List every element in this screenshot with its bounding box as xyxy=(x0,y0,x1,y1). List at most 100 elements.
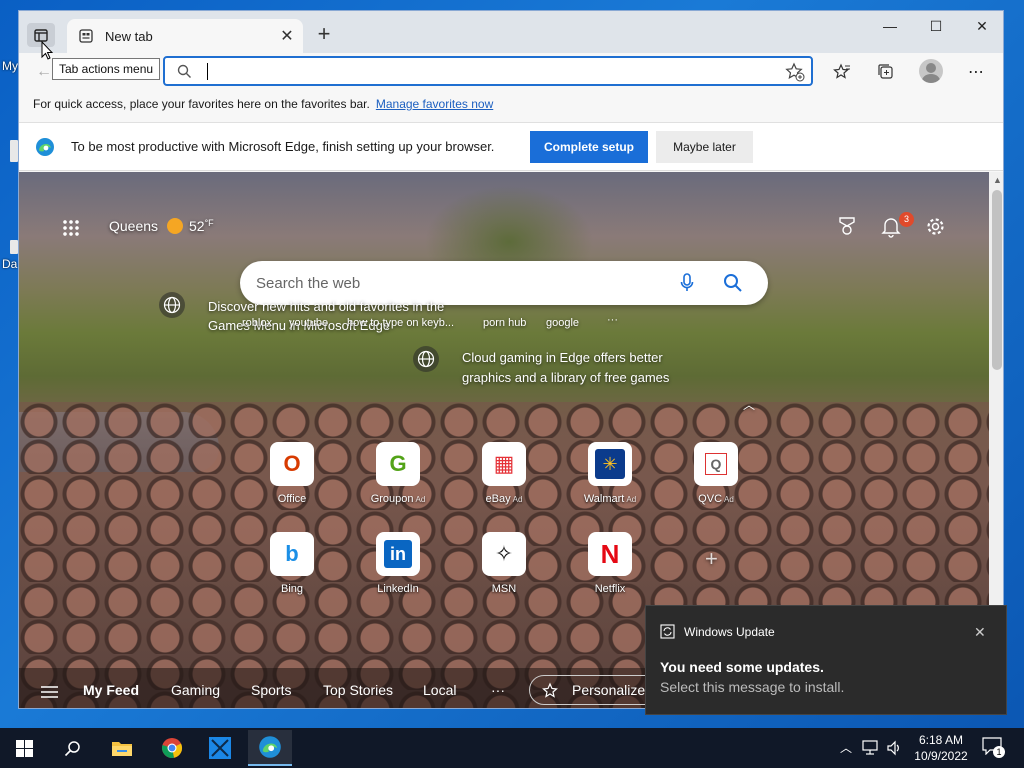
tab-close-icon[interactable]: ✕ xyxy=(275,26,299,46)
weather-temperature[interactable]: 52°F xyxy=(189,218,214,234)
scrollbar-thumb[interactable] xyxy=(992,190,1002,370)
sunny-icon xyxy=(167,218,183,234)
clock-date: 10/9/2022 xyxy=(914,749,968,763)
feed-tab-gaming[interactable]: Gaming xyxy=(171,682,220,698)
quick-link-walmart[interactable]: ✳ Walmart Ad xyxy=(565,442,655,505)
weather-location[interactable]: Queens xyxy=(109,218,158,234)
quick-link-label: eBay Ad xyxy=(485,493,523,505)
quick-link-label: Netflix xyxy=(594,583,626,595)
action-center-count-badge: 1 xyxy=(993,746,1005,758)
page-settings-gear-icon[interactable] xyxy=(925,216,946,237)
manage-favorites-link[interactable]: Manage favorites now xyxy=(376,97,493,111)
quick-link-msn[interactable]: ✧ MSN xyxy=(459,532,549,595)
feed-tab-top-stories[interactable]: Top Stories xyxy=(323,682,393,698)
desktop-icon[interactable] xyxy=(10,140,18,162)
quick-link-linkedin[interactable]: in LinkedIn xyxy=(353,532,443,595)
suggestion-chip[interactable]: porn hub xyxy=(483,317,526,329)
quick-link-qvc[interactable]: Q QVC Ad xyxy=(671,442,761,505)
notification-close-icon[interactable]: ✕ xyxy=(974,624,986,641)
maybe-later-button[interactable]: Maybe later xyxy=(656,131,753,163)
qvc-logo-icon: Q xyxy=(694,442,738,486)
msn-butterfly-icon: ✧ xyxy=(482,532,526,576)
scroll-up-arrow-icon[interactable]: ▲ xyxy=(993,175,1002,185)
windows-update-notification[interactable]: Windows Update ✕ You need some updates. … xyxy=(645,605,1007,715)
new-tab-page-icon xyxy=(79,29,93,43)
search-placeholder: Search the web xyxy=(256,275,361,292)
groupon-logo-icon: G xyxy=(376,442,420,486)
suggestion-chip[interactable]: google xyxy=(546,317,579,329)
add-favorite-icon[interactable] xyxy=(785,62,805,82)
quick-link-bing[interactable]: b Bing xyxy=(247,532,337,595)
more-suggestions-button[interactable]: ··· xyxy=(607,314,618,326)
office-logo-icon: O xyxy=(270,442,314,486)
linkedin-logo-icon: in xyxy=(376,532,420,576)
start-button[interactable] xyxy=(2,730,46,766)
system-clock[interactable]: 6:18 AM 10/9/2022 xyxy=(908,732,974,764)
temperature-value: 52 xyxy=(189,218,205,234)
games-menu-promo[interactable]: Discover new hits and old favorites in t… xyxy=(208,297,470,335)
rewards-icon[interactable] xyxy=(837,216,857,236)
hamburger-menu-icon[interactable] xyxy=(41,686,58,698)
taskbar-chrome[interactable] xyxy=(150,730,194,766)
feed-tab-sports[interactable]: Sports xyxy=(251,682,291,698)
taskbar-search-button[interactable] xyxy=(50,730,94,766)
new-tab-button[interactable]: + xyxy=(311,23,337,49)
network-icon[interactable] xyxy=(862,740,880,756)
quick-link-label: MSN xyxy=(491,583,517,595)
feed-tab-my-feed[interactable]: My Feed xyxy=(83,682,139,698)
suggestion-chip[interactable]: roblox xyxy=(242,317,272,329)
taskbar-edge[interactable] xyxy=(248,730,292,766)
taskbar-file-explorer[interactable] xyxy=(100,730,144,766)
suggestion-chip[interactable]: youtube xyxy=(289,317,328,329)
quick-link-ebay[interactable]: ▦ eBay Ad xyxy=(459,442,549,505)
tab-new-tab[interactable]: New tab ✕ xyxy=(67,19,303,53)
maximize-button[interactable]: ☐ xyxy=(913,11,959,41)
add-quick-link-plus-icon[interactable]: + xyxy=(705,546,718,572)
voice-search-microphone-icon[interactable] xyxy=(680,273,694,293)
globe-icon xyxy=(413,346,439,372)
collections-icon[interactable] xyxy=(875,61,897,83)
favorites-icon[interactable] xyxy=(831,61,853,83)
feed-more-button[interactable]: ··· xyxy=(491,682,505,698)
chrome-logo-icon xyxy=(162,738,183,758)
desktop-icon-label-da: Da xyxy=(2,257,18,271)
quick-link-office[interactable]: O Office xyxy=(247,442,337,505)
quick-link-label: Bing xyxy=(280,583,304,595)
desktop-icon[interactable] xyxy=(10,240,18,254)
complete-setup-button[interactable]: Complete setup xyxy=(530,131,648,163)
minimize-button[interactable]: — xyxy=(867,11,913,41)
tab-bar: New tab ✕ + — ☐ ✕ xyxy=(19,11,1003,53)
volume-icon[interactable] xyxy=(886,740,902,756)
netflix-logo-icon: N xyxy=(588,532,632,576)
cloud-gaming-promo[interactable]: Cloud gaming in Edge offers better graph… xyxy=(462,348,692,388)
mouse-cursor-icon xyxy=(41,41,53,60)
quick-link-label: Walmart Ad xyxy=(583,493,637,505)
close-window-button[interactable]: ✕ xyxy=(959,11,1003,41)
app-launcher-icon[interactable] xyxy=(62,219,80,237)
search-submit-icon[interactable] xyxy=(723,273,743,293)
text-caret xyxy=(207,63,208,80)
notification-count-badge: 3 xyxy=(899,212,914,227)
quick-link-label: Office xyxy=(277,493,307,505)
notifications-bell-icon[interactable] xyxy=(881,216,901,238)
feed-tab-local[interactable]: Local xyxy=(423,682,456,698)
taskbar: ︿ 6:18 AM 10/9/2022 1 xyxy=(0,728,1024,768)
quick-link-groupon[interactable]: G Groupon Ad xyxy=(353,442,443,505)
settings-more-icon[interactable]: ⋯ xyxy=(965,61,987,83)
quick-link-label: QVC Ad xyxy=(698,493,734,505)
taskbar-snipping-tool[interactable] xyxy=(198,730,242,766)
setup-infobar: To be most productive with Microsoft Edg… xyxy=(19,123,1003,171)
quick-link-netflix[interactable]: N Netflix xyxy=(565,532,655,595)
snip-tool-icon xyxy=(209,737,231,759)
show-hidden-icons-chevron-icon[interactable]: ︿ xyxy=(840,739,852,756)
setup-message: To be most productive with Microsoft Edg… xyxy=(71,139,495,154)
tab-actions-tooltip: Tab actions menu xyxy=(52,58,161,80)
collapse-chevron-icon[interactable]: ︿ xyxy=(743,396,755,413)
action-center-button[interactable]: 1 xyxy=(982,737,1005,758)
tab-title: New tab xyxy=(105,28,153,44)
notification-app-name: Windows Update xyxy=(684,625,775,639)
address-bar[interactable] xyxy=(163,56,813,86)
profile-avatar[interactable] xyxy=(919,59,943,83)
ebay-shopping-bag-icon: ▦ xyxy=(482,442,526,486)
suggestion-chip[interactable]: how to type on keyb... xyxy=(347,317,454,329)
